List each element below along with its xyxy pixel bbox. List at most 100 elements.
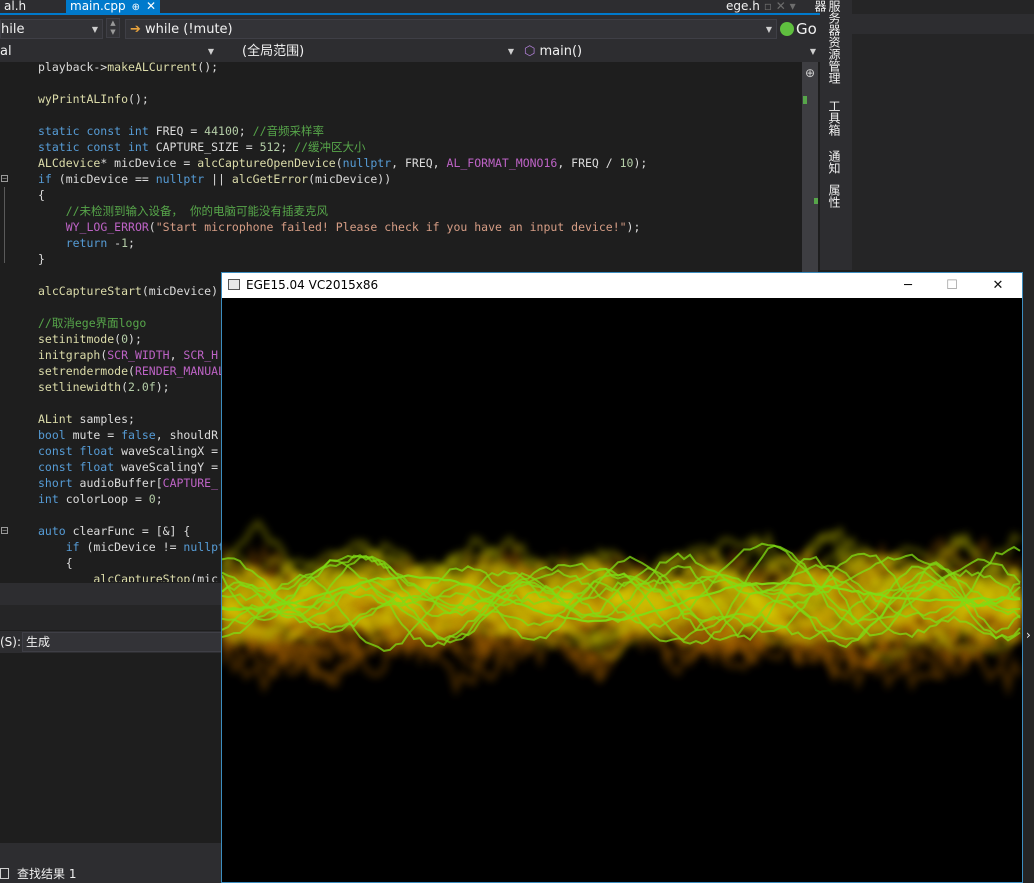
code-line: alcCaptureStop(mic — [38, 571, 218, 582]
code-line: return -1; — [38, 235, 135, 251]
code-token: , — [169, 348, 184, 362]
chevron-down-icon: ▼ — [809, 47, 816, 56]
member-combo[interactable]: ➔ while (!mute) ▼ — [125, 19, 777, 39]
scroll-marker — [814, 198, 818, 204]
scope-combo[interactable]: hile ▼ — [0, 19, 103, 39]
ege-titlebar[interactable]: EGE15.04 VC2015x86 ─ ☐ ✕ — [222, 273, 1022, 298]
code-line: auto clearFunc = [&] { — [38, 523, 190, 539]
code-token: ); — [633, 156, 648, 170]
code-token: nullptr — [155, 172, 205, 186]
code-token: waveScalingY = — [121, 460, 219, 474]
tab-ege-h[interactable]: ege.h ▫ ✕ ▾ — [726, 0, 796, 13]
maximize-button[interactable]: ☐ — [930, 273, 974, 298]
member-combo-value: while (!mute) — [145, 22, 233, 37]
side-tab-toolbox[interactable]: 工具箱 — [825, 100, 841, 142]
window-title: EGE15.04 VC2015x86 — [246, 278, 379, 292]
code-line: //未检测到输入设备， 你的电脑可能没有插麦克风 — [38, 203, 328, 219]
code-token: RENDER_MANUAL — [134, 364, 225, 378]
split-icon[interactable]: ⊕ — [802, 66, 818, 80]
code-token: static const int — [38, 124, 156, 138]
code-token: 0 — [121, 332, 129, 346]
code-token: alcGetError — [231, 172, 309, 186]
code-token: || — [204, 172, 232, 186]
ege-window[interactable]: EGE15.04 VC2015x86 ─ ☐ ✕ — [221, 272, 1023, 883]
code-token: int — [38, 492, 66, 506]
code-line: if (micDevice != nullpt — [38, 539, 225, 555]
code-token: samples; — [72, 412, 135, 426]
code-token: //未检测到输入设备， 你的电脑可能没有插麦克风 — [38, 204, 328, 218]
tab-controls[interactable]: ▫ ✕ ▾ — [764, 0, 796, 13]
code-token: //音频采样率 — [252, 124, 325, 138]
code-token: { — [38, 188, 45, 202]
code-token: 44100 — [204, 124, 239, 138]
code-token: colorLoop = — [65, 492, 149, 506]
go-icon — [780, 22, 794, 36]
code-token: ); — [155, 380, 170, 394]
code-token: wyPrintALInfo — [38, 92, 129, 106]
code-token: const float — [38, 460, 122, 474]
code-line: initgraph(SCR_WIDTH, SCR_H — [38, 347, 218, 363]
code-line: { — [38, 187, 45, 203]
code-token: ); — [128, 332, 142, 346]
code-line: const float waveScalingX = — [38, 443, 218, 459]
code-token: playback-> — [38, 62, 108, 74]
spinner-buttons[interactable]: ▲ ▼ — [106, 18, 120, 38]
code-line: setrendermode(RENDER_MANUAL — [38, 363, 225, 379]
code-token: alcCaptureStart — [38, 284, 142, 298]
code-token: const float — [38, 444, 122, 458]
code-line: wyPrintALInfo(); — [38, 91, 149, 107]
side-tab-server-explorer[interactable]: 服务器资源管理器 — [813, 0, 841, 92]
code-token: auto — [38, 524, 73, 538]
code-token: nullptr — [342, 156, 392, 170]
function-combo[interactable]: ⬡ main() ▼ — [520, 42, 820, 62]
fold-toggle[interactable]: − — [1, 175, 8, 183]
go-button[interactable]: Go — [780, 19, 817, 39]
tab-main-cpp[interactable]: main.cpp ⊕ ✕ — [66, 0, 161, 13]
range-combo[interactable]: (全局范围) ▼ — [220, 42, 518, 62]
output-area[interactable] — [0, 653, 222, 843]
tab-label: main.cpp — [70, 0, 126, 13]
code-token: { — [38, 556, 73, 570]
tab-find-results[interactable]: 查找结果 1 — [0, 865, 76, 882]
code-token: 512 — [259, 140, 281, 154]
code-token: , FREQ / — [557, 156, 620, 170]
fold-guide — [4, 187, 5, 263]
close-button[interactable]: ✕ — [976, 273, 1020, 298]
code-line: int colorLoop = 0; — [38, 491, 163, 507]
code-token: "Start microphone failed! Please check i… — [155, 220, 627, 234]
code-token: (micDevice) — [141, 284, 219, 298]
side-tab-properties[interactable]: 属性 — [825, 184, 841, 212]
code-token: ; — [128, 236, 135, 250]
close-icon[interactable]: ✕ — [146, 0, 156, 13]
project-combo-value: al — [0, 44, 12, 59]
side-tab-notifications[interactable]: 通知 — [825, 150, 841, 178]
pin-icon[interactable]: ⊕ — [132, 2, 140, 13]
code-token: ; — [155, 492, 163, 506]
chevron-down-icon: ▼ — [207, 47, 214, 56]
output-source-combo[interactable]: 生成 — [22, 632, 222, 652]
minimize-button[interactable]: ─ — [886, 273, 930, 298]
code-token: } — [38, 252, 45, 266]
tab-al-h[interactable]: al.h — [0, 0, 30, 13]
code-token: WY_LOG_ERROR — [65, 220, 149, 234]
output-scrollbar[interactable] — [0, 843, 222, 861]
project-combo[interactable]: al ▼ — [0, 42, 218, 62]
function-combo-value: main() — [539, 44, 583, 59]
code-token: ( — [121, 380, 129, 394]
code-token: SCR_WIDTH — [107, 348, 170, 362]
code-line: static const int FREQ = 44100; //音频采样率 — [38, 123, 324, 139]
go-label: Go — [796, 20, 817, 38]
code-token: 10 — [619, 156, 634, 170]
code-line: setlinewidth(2.0f); — [38, 379, 170, 395]
chevron-right-icon[interactable]: › — [1026, 628, 1031, 642]
fold-toggle[interactable]: − — [1, 527, 8, 535]
code-line: playback->makeALCurrent(); — [38, 62, 218, 75]
window-icon — [0, 868, 9, 879]
arrow-right-icon: ➔ — [130, 22, 141, 37]
code-token: //缓冲区大小 — [294, 140, 366, 154]
code-token: (mic — [190, 572, 219, 582]
code-token: makeALCurrent — [107, 62, 198, 74]
